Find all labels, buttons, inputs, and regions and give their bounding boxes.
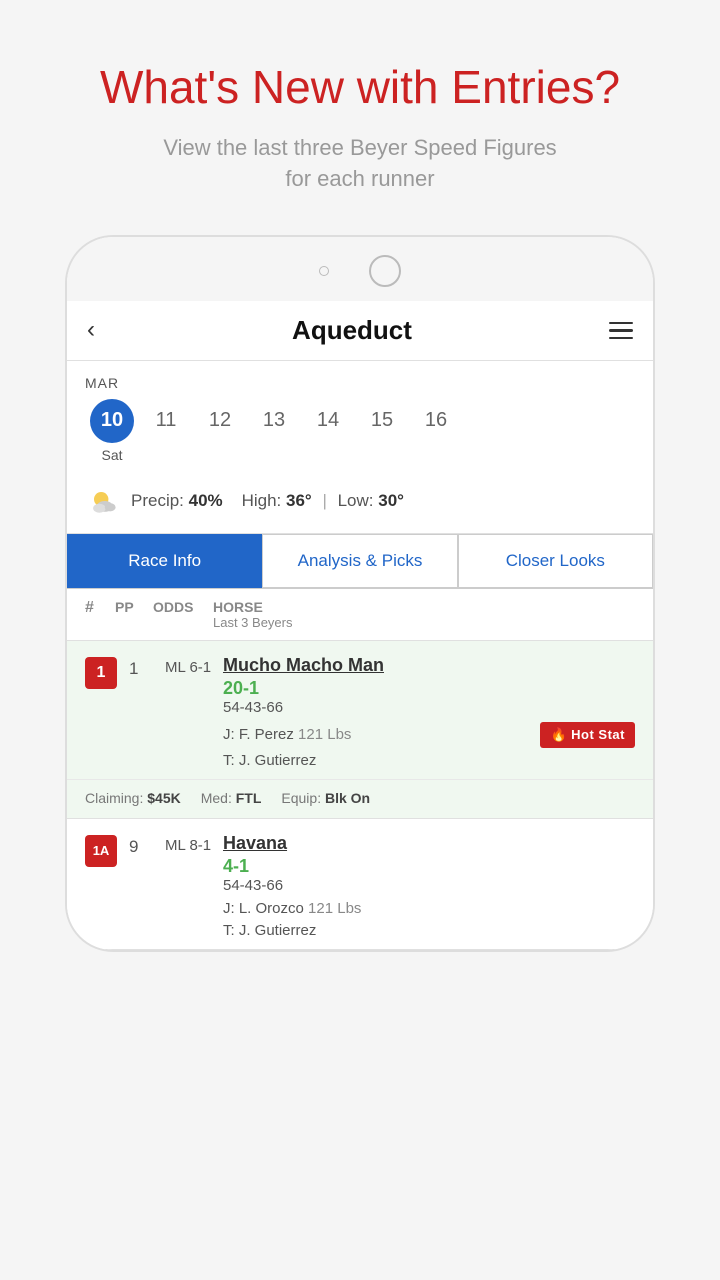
entry-odds-value-2: 4-1 [223, 856, 635, 877]
hot-stat-flame: 🔥 [550, 727, 567, 743]
date-10[interactable]: 10 [90, 399, 134, 443]
jockey-1: J: F. Perez 121 Lbs [223, 726, 351, 744]
date-16[interactable]: 16 [409, 405, 463, 436]
precip-value: 40% [189, 491, 223, 510]
col-pp: PP [115, 599, 153, 615]
hamburger-line-2 [609, 329, 633, 332]
hamburger-line-3 [609, 337, 633, 340]
jockey-row-2: J: L. Orozco 121 Lbs [223, 900, 635, 918]
date-12[interactable]: 12 [193, 405, 247, 436]
jockey-2: J: L. Orozco 121 Lbs [223, 900, 361, 918]
hot-stat-badge-1: 🔥 Hot Stat [540, 722, 635, 748]
entry-info-1: Mucho Macho Man 20-1 54-43-66 J: F. Pere… [223, 655, 635, 769]
tab-closer-looks[interactable]: Closer Looks [458, 534, 653, 588]
phone-frame: ‹ Aqueduct MAR 10 11 12 13 14 15 [65, 235, 655, 952]
date-11[interactable]: 11 [139, 405, 193, 436]
entry-main-1: 1 1 ML 6-1 Mucho Macho Man 20-1 54-43-66… [67, 641, 653, 779]
weather-divider: | [322, 491, 331, 510]
entry-badge-2: 1A [85, 835, 117, 867]
entry-info-2: Havana 4-1 54-43-66 J: L. Orozco 121 Lbs… [223, 833, 635, 939]
claiming-1: Claiming: $45K [85, 790, 181, 806]
phone-top-bar [67, 237, 653, 301]
beyers-2: 54-43-66 [223, 877, 635, 894]
month-label: MAR [85, 375, 635, 391]
entry-footer-1: Claiming: $45K Med: FTL Equip: Blk On [67, 779, 653, 818]
subtitle: View the last three Beyer Speed Figuresf… [40, 133, 680, 195]
horse-name-2[interactable]: Havana [223, 833, 635, 854]
date-15[interactable]: 15 [355, 405, 409, 436]
date-strip: MAR 10 11 12 13 14 15 16 Sat [67, 361, 653, 463]
weather-row: Precip: 40% High: 36° | Low: 30° [67, 473, 653, 534]
col-horse-label: HORSE [213, 599, 635, 615]
home-button [369, 255, 401, 287]
page-wrapper: What's New with Entries? View the last t… [0, 0, 720, 1280]
weather-icon [85, 483, 121, 519]
tab-analysis-picks[interactable]: Analysis & Picks [262, 534, 457, 588]
hamburger-line-1 [609, 322, 633, 325]
col-hash: # [85, 599, 115, 617]
entry-main-2: 1A 9 ML 8-1 Havana 4-1 54-43-66 J: L. Or… [67, 819, 653, 949]
trainer-1: T: J. Gutierrez [223, 752, 635, 769]
camera-dot [319, 266, 329, 276]
date-row: 10 11 12 13 14 15 16 [85, 399, 635, 443]
precip-label: Precip: [131, 491, 189, 510]
entry-row-1: 1 1 ML 6-1 Mucho Macho Man 20-1 54-43-66… [67, 641, 653, 819]
weather-text: Precip: 40% High: 36° | Low: 30° [131, 491, 404, 511]
col-beyers-label: Last 3 Beyers [213, 615, 635, 630]
entry-badge-1: 1 [85, 657, 117, 689]
tab-race-info[interactable]: Race Info [67, 534, 262, 588]
entry-row-2: 1A 9 ML 8-1 Havana 4-1 54-43-66 J: L. Or… [67, 819, 653, 950]
low-value: 30° [378, 491, 404, 510]
equip-1: Equip: Blk On [281, 790, 370, 806]
horse-name-1[interactable]: Mucho Macho Man [223, 655, 635, 676]
table-header: # PP ODDS HORSE Last 3 Beyers [67, 589, 653, 641]
tabs-row: Race Info Analysis & Picks Closer Looks [67, 534, 653, 589]
main-title: What's New with Entries? [40, 60, 680, 115]
app-navbar: ‹ Aqueduct [67, 301, 653, 361]
app-title: Aqueduct [292, 315, 412, 346]
date-14[interactable]: 14 [301, 405, 355, 436]
date-13[interactable]: 13 [247, 405, 301, 436]
entry-odds-label-1: ML 6-1 [165, 659, 223, 676]
day-label: Sat [90, 447, 134, 463]
entry-odds-label-2: ML 8-1 [165, 837, 223, 854]
high-value: 36° [286, 491, 312, 510]
col-horse: HORSE Last 3 Beyers [213, 599, 635, 630]
col-odds: ODDS [153, 599, 213, 615]
med-1: Med: FTL [201, 790, 262, 806]
header-section: What's New with Entries? View the last t… [0, 0, 720, 225]
menu-button[interactable] [609, 322, 633, 340]
beyers-1: 54-43-66 [223, 699, 635, 716]
back-button[interactable]: ‹ [87, 316, 95, 344]
low-label: Low: [338, 491, 379, 510]
high-label: High: [242, 491, 286, 510]
entry-pp-2: 9 [129, 837, 155, 857]
entry-pp-1: 1 [129, 659, 155, 679]
entry-odds-value-1: 20-1 [223, 678, 635, 699]
trainer-2: T: J. Gutierrez [223, 922, 635, 939]
app-screen: ‹ Aqueduct MAR 10 11 12 13 14 15 [67, 301, 653, 950]
hot-stat-label: Hot Stat [571, 727, 625, 742]
jockey-row-1: J: F. Perez 121 Lbs 🔥 Hot Stat [223, 722, 635, 748]
